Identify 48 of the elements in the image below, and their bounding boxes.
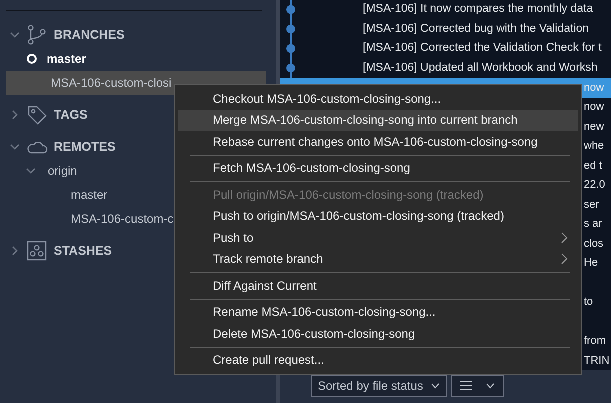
chevron-down-icon[interactable] xyxy=(10,30,20,40)
menu-item[interactable]: Rename MSA-106-custom-closing-song... xyxy=(178,302,578,323)
branch-item[interactable]: master xyxy=(6,47,266,71)
list-icon xyxy=(460,381,472,391)
chevron-down-icon[interactable] xyxy=(10,142,20,152)
menu-item[interactable]: Diff Against Current xyxy=(178,275,578,296)
caret-icon xyxy=(486,383,496,389)
menu-item[interactable]: Fetch MSA-106-custom-closing-song xyxy=(178,158,578,179)
stash-icon xyxy=(26,240,48,262)
remote-name[interactable]: origin xyxy=(48,162,78,180)
sort-dropdown[interactable]: Sorted by file status xyxy=(311,375,448,397)
commit-message[interactable]: now xyxy=(584,99,604,116)
menu-item[interactable]: Create pull request... xyxy=(178,350,578,371)
remote-branch-item[interactable]: MSA-106-custom-c xyxy=(6,207,174,231)
commit-message[interactable]: from xyxy=(584,333,606,350)
commit-message[interactable]: [MSA-106] Corrected bug with the Validation xyxy=(363,20,590,38)
commit-message[interactable]: ed t xyxy=(584,158,602,174)
commit-message[interactable]: He xyxy=(584,255,598,272)
commit-message[interactable]: clos xyxy=(584,236,604,252)
chevron-right-icon[interactable] xyxy=(10,246,20,256)
commit-message[interactable]: new xyxy=(584,118,604,135)
commit-message[interactable]: TRIN xyxy=(584,352,610,369)
section-title: REMOTES xyxy=(54,138,116,156)
commit-message[interactable]: [MSA-106] Updated all Workbook and Worksh xyxy=(363,60,598,77)
section-title: STASHES xyxy=(54,242,112,260)
commit-message[interactable]: s ar xyxy=(584,216,602,232)
section-title: TAGS xyxy=(54,106,88,124)
section-title: BRANCHES xyxy=(54,26,125,44)
menu-item[interactable]: Push to xyxy=(178,227,578,248)
menu-item[interactable]: Rebase current changes onto MSA-106-custom-closing-song xyxy=(178,131,578,152)
commit-message[interactable]: [MSA-106] Corrected the Validation Check for t xyxy=(363,40,602,58)
menu-item[interactable]: Push to origin/MSA-106-custom-closing-song (tracked) xyxy=(178,206,578,227)
commit-message[interactable]: [MSA-106] It now compares the monthly data xyxy=(363,1,594,18)
commit-message[interactable]: whe xyxy=(584,138,604,154)
tag-icon xyxy=(26,104,48,126)
chevron-down-icon[interactable] xyxy=(26,166,36,176)
commit-message[interactable]: ser xyxy=(584,196,600,213)
menu-item[interactable]: Track remote branch xyxy=(178,248,578,270)
menu-item[interactable]: Delete MSA-106-custom-closing-song xyxy=(178,323,578,344)
branch-icon xyxy=(26,24,48,46)
current-branch-icon xyxy=(27,54,37,64)
view-dropdown[interactable] xyxy=(451,375,504,397)
remote-branch-item[interactable]: master xyxy=(6,183,174,207)
commit-message[interactable]: to xyxy=(584,294,594,310)
chevron-right-icon[interactable] xyxy=(10,110,20,120)
commit-message[interactable]: 22.0 xyxy=(584,177,606,194)
caret-icon xyxy=(431,383,440,389)
menu-item[interactable]: Merge MSA-106-custom-closing-song into current branch xyxy=(178,110,578,131)
